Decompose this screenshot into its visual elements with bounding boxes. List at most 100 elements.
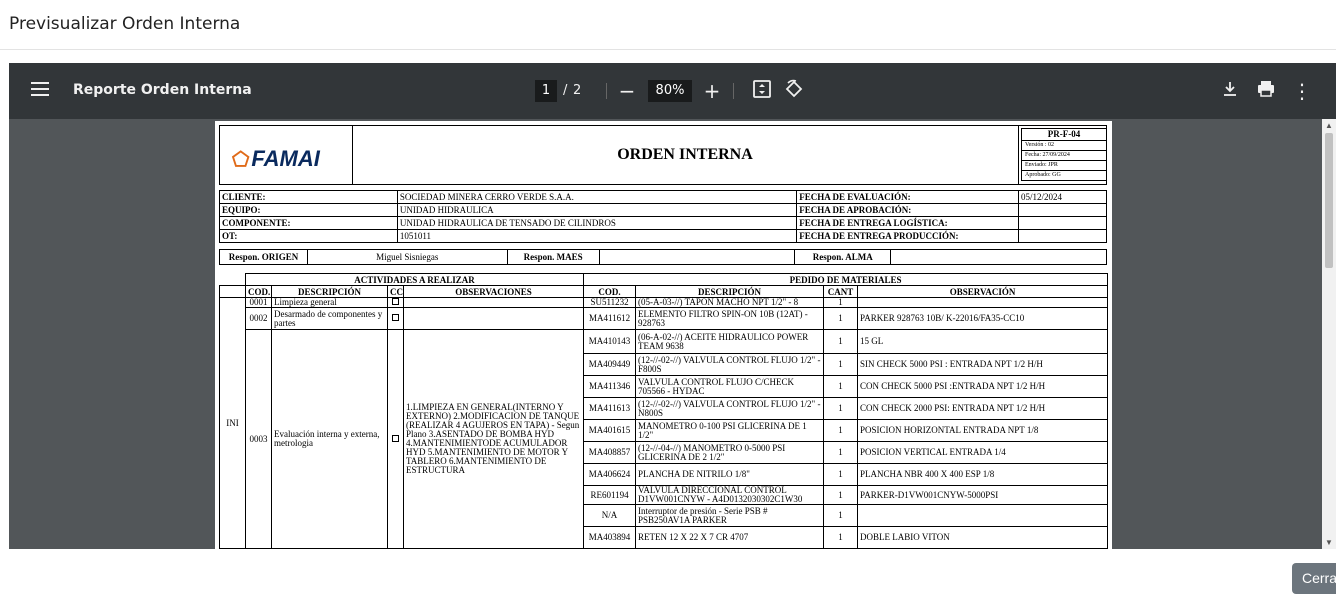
- download-icon[interactable]: [1218, 79, 1242, 103]
- material-cant: 1: [823, 297, 859, 308]
- info-value: [1018, 229, 1107, 243]
- info-label: COMPONENTE:: [219, 216, 398, 230]
- pdf-viewer[interactable]: Reporte Orden Interna 1 / 2 − 80% + ⋮ ▲ …: [9, 63, 1336, 549]
- rotate-icon[interactable]: [782, 79, 806, 103]
- logo-text: FAMAI: [251, 146, 320, 171]
- table-row: 0003 Evaluación interna y externa, metrol…: [220, 329, 1109, 549]
- resp-alma-label: Respon. ALMA: [794, 249, 892, 265]
- close-button[interactable]: Cerrar: [1292, 563, 1336, 594]
- checkbox-icon[interactable]: [392, 298, 399, 305]
- document-header: ⬠FAMAI ORDEN INTERNA PR-F-04 Versión : 0…: [219, 125, 1107, 185]
- material-cod: SU511232: [583, 297, 637, 308]
- scrollbar-thumb[interactable]: [1325, 133, 1333, 268]
- fit-page-icon[interactable]: [750, 79, 774, 103]
- material-desc: (12-//-02-//) VALVULA CONTROL FLUJO 1/2"…: [635, 353, 825, 376]
- info-label: FECHA DE APROBACIÓN:: [796, 203, 1020, 217]
- checkbox-icon[interactable]: [392, 314, 399, 321]
- info-label: FECHA DE ENTREGA LOGÍSTICA:: [796, 216, 1020, 230]
- info-value: 05/12/2024: [1018, 190, 1107, 204]
- scroll-down-icon[interactable]: ▼: [1325, 538, 1333, 547]
- menu-icon[interactable]: [31, 82, 49, 100]
- resp-maes-label: Respon. MAES: [506, 249, 600, 265]
- material-cod: MA409449: [583, 353, 637, 376]
- material-desc: MANOMETRO 0-100 PSI GLICERINA DE 1 1/2": [635, 419, 825, 442]
- material-cod: MA410143: [583, 329, 637, 354]
- print-icon[interactable]: [1254, 79, 1278, 103]
- material-desc: ELEMENTO FILTRO SPIN-ON 10B (12AT) - 928…: [635, 307, 825, 330]
- col-cc: CC: [387, 285, 404, 298]
- activity-cod: 0002: [245, 307, 272, 330]
- material-desc: (06-A-02-//) ACEITE HIDRAULICO POWER TEA…: [635, 329, 825, 354]
- material-obs: 15 GL: [857, 329, 1109, 354]
- materials-header: PEDIDO DE MATERIALES: [583, 273, 1109, 286]
- cc-cell: [387, 297, 404, 308]
- material-cant: 1: [823, 526, 859, 549]
- material-cant: 1: [823, 353, 859, 376]
- material-cod: MA406624: [583, 463, 637, 486]
- material-cant: 1: [823, 307, 859, 330]
- material-obs: PARKER 928763 10B/ K-22016/FA35-CC10: [857, 307, 1109, 330]
- form-code-box: PR-F-04 Versión : 02 Fecha: 27/09/2024 E…: [1018, 126, 1107, 184]
- material-cod: MA411612: [583, 307, 637, 330]
- info-row: EQUIPO: UNIDAD HIDRAULICA FECHA DE APROBAC…: [219, 203, 1107, 217]
- form-version: Versión : 02: [1022, 141, 1106, 151]
- form-date: Fecha: 27/09/2024: [1022, 151, 1106, 161]
- material-desc: (12-//-04-//) MANOMETRO 0-5000 PSI GLICE…: [635, 441, 825, 464]
- material-cant: 1: [823, 397, 859, 420]
- zoom-out-icon[interactable]: −: [615, 79, 639, 103]
- pdf-page: ⬠FAMAI ORDEN INTERNA PR-F-04 Versión : 0…: [215, 121, 1112, 549]
- material-obs: PLANCHA NBR 400 X 400 ESP 1/8: [857, 463, 1109, 486]
- toolbar-divider: [733, 83, 734, 99]
- table-row: INI 0001 Limpieza general SU511232 (05-A-03-…: [219, 297, 1109, 549]
- resp-maes-value: [598, 249, 796, 265]
- zoom-input[interactable]: 80%: [648, 80, 692, 102]
- scrollbar[interactable]: ▲ ▼: [1322, 119, 1336, 549]
- info-label: EQUIPO:: [219, 203, 398, 217]
- col-material-cod: COD.: [583, 285, 637, 298]
- activity-desc: Limpieza general: [271, 297, 388, 308]
- company-logo: ⬠FAMAI: [220, 126, 353, 184]
- rotate-svg: [785, 79, 803, 98]
- form-code: PR-F-04: [1022, 129, 1106, 141]
- modal-header: Previsualizar Orden Interna: [0, 0, 1336, 50]
- resp-alma-value: [890, 249, 1107, 265]
- page-number-input[interactable]: 1: [535, 80, 557, 102]
- info-label: CLIENTE:: [219, 190, 398, 204]
- more-options-icon[interactable]: ⋮: [1290, 79, 1314, 103]
- material-obs: SIN CHECK 5000 PSI : ENTRADA NPT 1/2 H/H: [857, 353, 1109, 376]
- material-cant: 1: [823, 329, 859, 354]
- material-desc: PLANCHA DE NITRILO 1/8": [635, 463, 825, 486]
- resp-origen-value: Miguel Sisniegas: [306, 249, 508, 265]
- zoom-in-icon[interactable]: +: [700, 79, 724, 103]
- material-cant: 1: [823, 441, 859, 464]
- responsables-table: Respon. ORIGEN Miguel Sisniegas Respon. …: [219, 249, 1107, 265]
- document-title: Reporte Orden Interna: [73, 82, 252, 98]
- info-label: OT:: [219, 229, 398, 243]
- scroll-up-icon[interactable]: ▲: [1325, 121, 1333, 130]
- checkbox-icon[interactable]: [392, 434, 399, 442]
- download-svg: [1224, 82, 1236, 96]
- cc-cell: [387, 329, 404, 549]
- info-value: UNIDAD HIDRAULICA: [396, 203, 798, 217]
- material-cod: MA403894: [583, 526, 637, 549]
- activity-cod: 0001: [245, 297, 272, 308]
- material-cant: 1: [823, 485, 859, 505]
- col-material-descripcion: DESCRIPCIÓN: [635, 285, 825, 298]
- activity-cod: 0003: [245, 329, 272, 549]
- material-obs: DOBLE LABIO VITON: [857, 526, 1109, 549]
- material-obs: CON CHECK 5000 PSI :ENTRADA NPT 1/2 H/H: [857, 375, 1109, 398]
- material-desc: Interruptor de presión - Serie PSB # PSB…: [635, 504, 825, 527]
- material-obs: [857, 504, 1109, 527]
- fit-page-svg: [753, 80, 771, 98]
- info-label: FECHA DE ENTREGA PRODUCCIÓN:: [796, 229, 1020, 243]
- material-obs: PARKER-D1VW001CNYW-5000PSI: [857, 485, 1109, 505]
- info-row: COMPONENTE: UNIDAD HIDRAULICA DE TENSADO …: [219, 216, 1107, 230]
- form-approved: Aprobado: GG: [1025, 172, 1061, 178]
- page-separator: /: [563, 83, 568, 98]
- print-svg: [1258, 81, 1274, 97]
- cc-cell: [387, 307, 404, 330]
- material-cant: 1: [823, 419, 859, 442]
- info-value: [1018, 203, 1107, 217]
- material-cod: RE601194: [583, 485, 637, 505]
- info-value: UNIDAD HIDRAULICA DE TENSADO DE CILINDRO…: [396, 216, 798, 230]
